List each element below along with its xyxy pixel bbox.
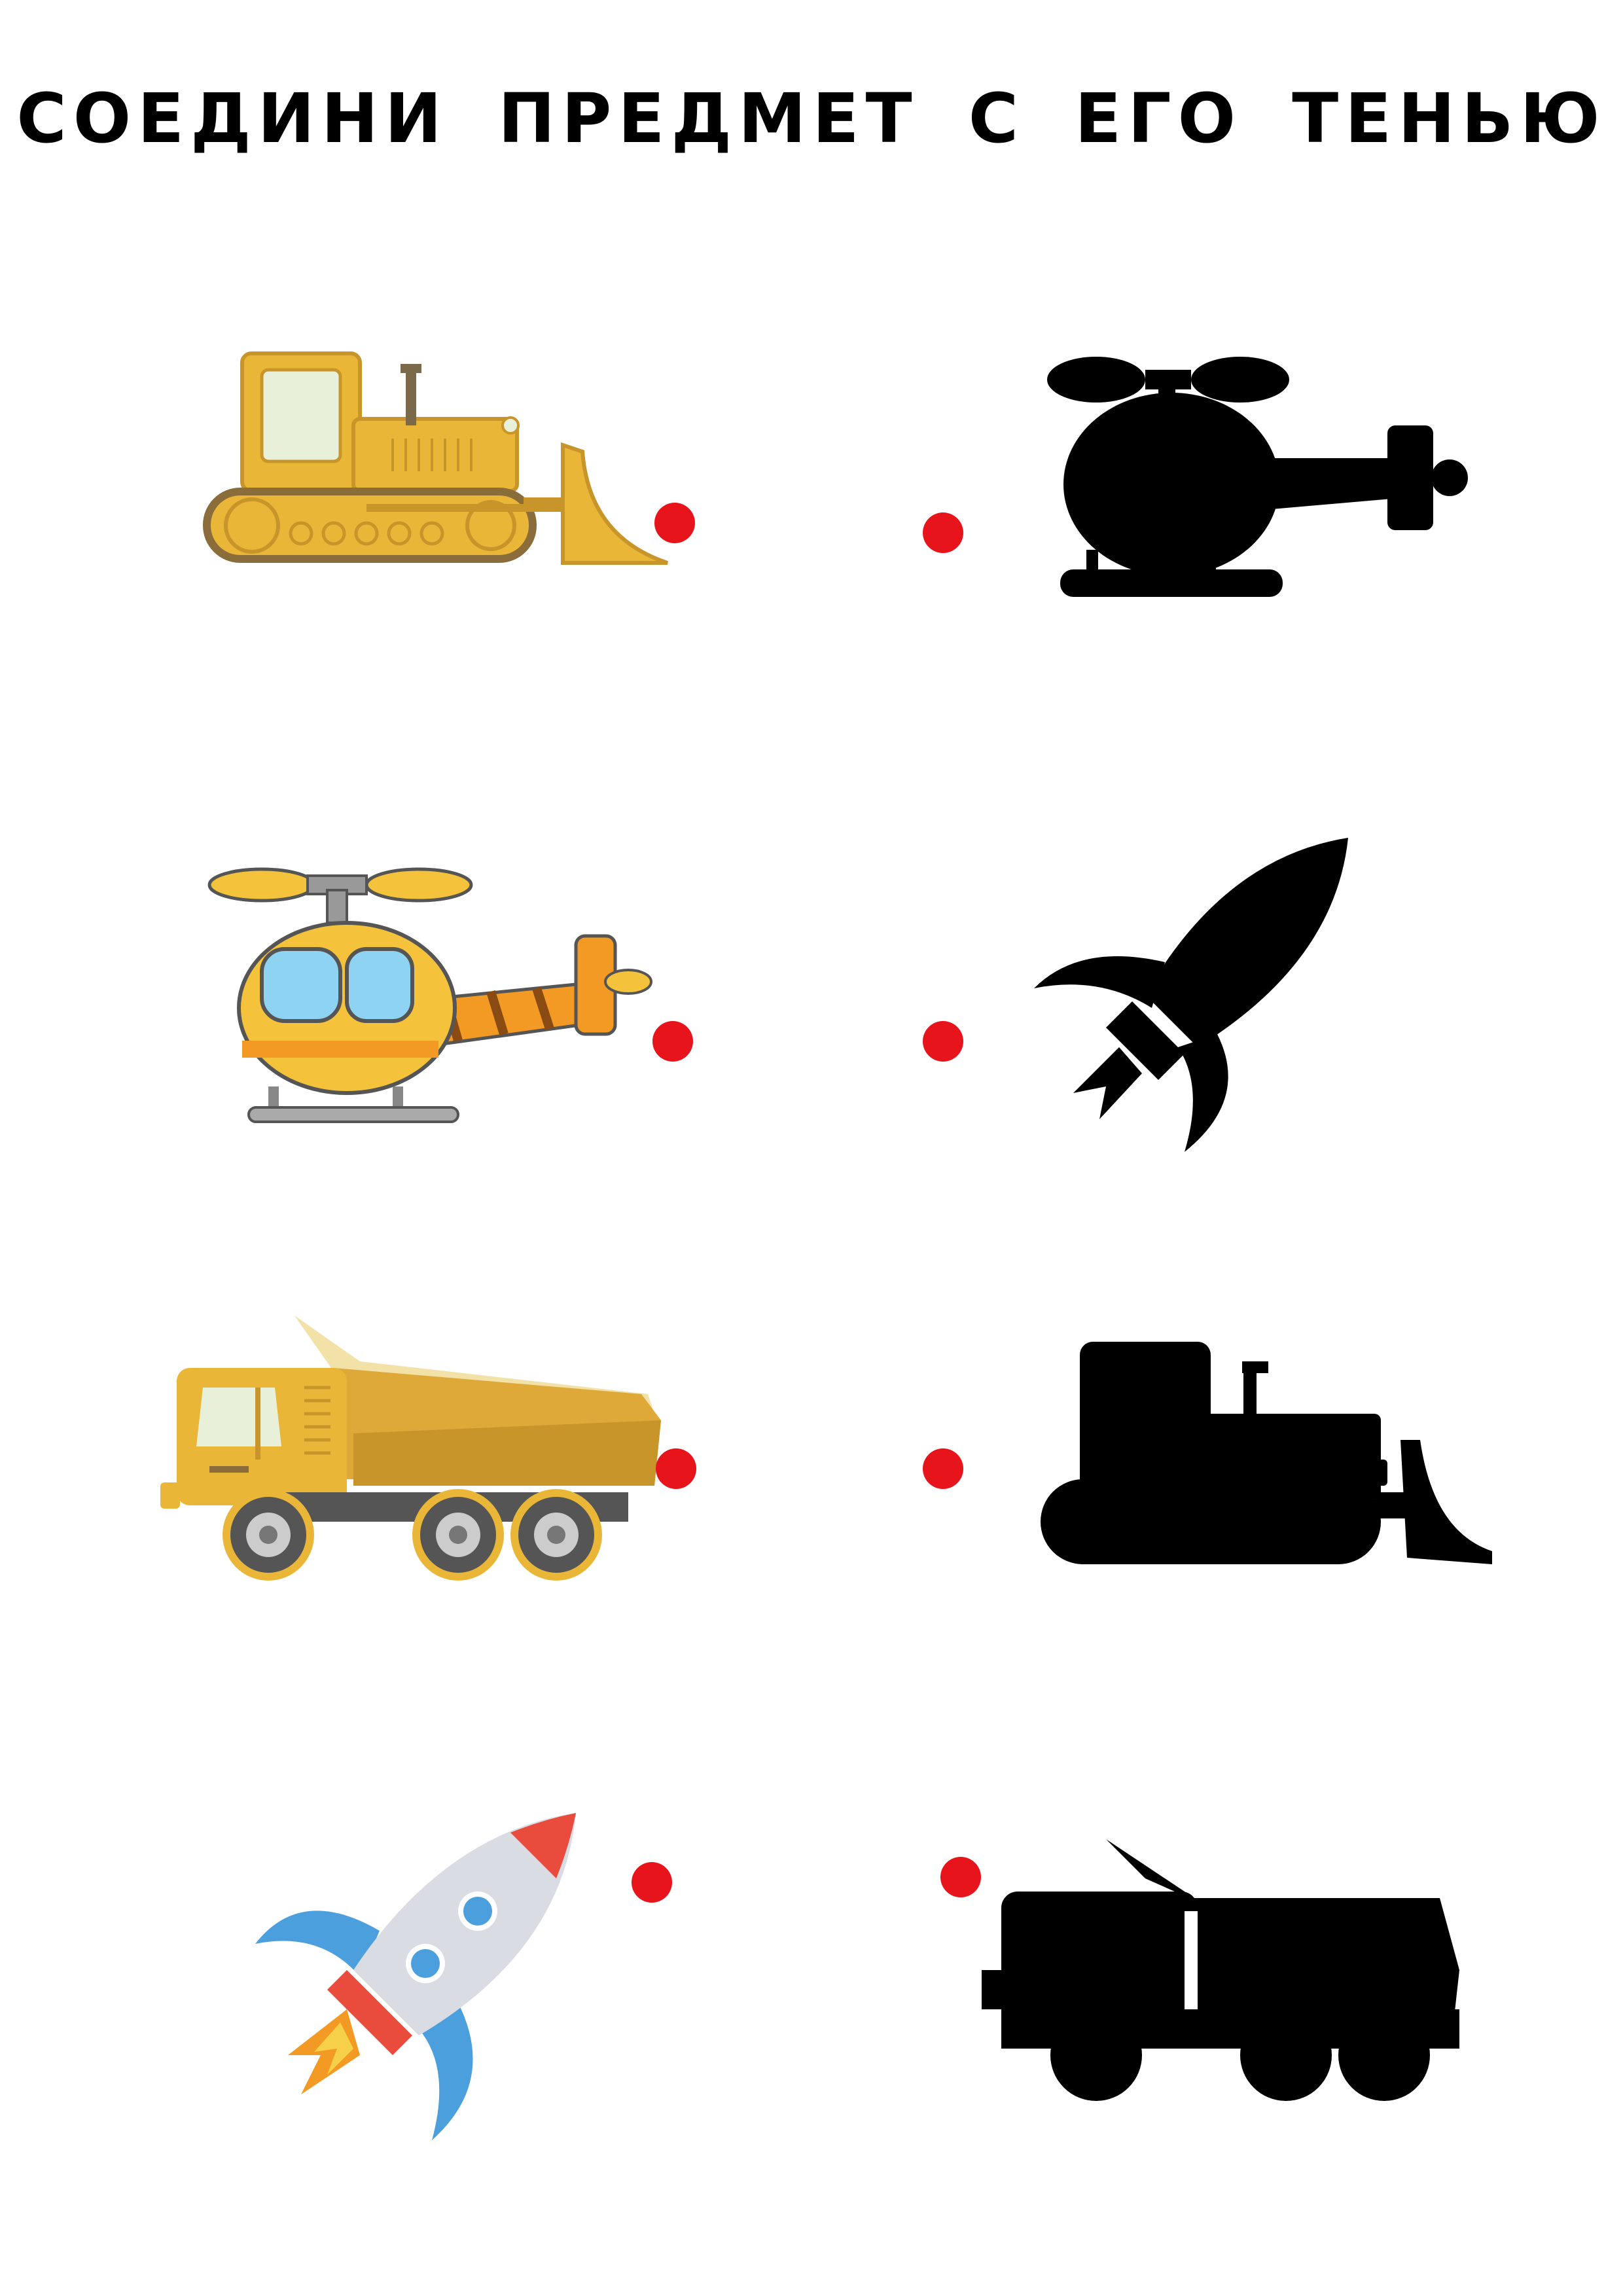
rocket-image bbox=[249, 1806, 589, 2147]
helicopter-image bbox=[207, 851, 654, 1126]
bulldozer-shadow-dot[interactable] bbox=[923, 1448, 963, 1489]
page-title: СОЕДИНИ ПРЕДМЕТ С ЕГО ТЕНЬЮ bbox=[16, 79, 1607, 158]
rocket-shadow-dot[interactable] bbox=[923, 1021, 963, 1062]
bulldozer-image bbox=[196, 340, 668, 576]
helicopter-shadow bbox=[1047, 353, 1479, 602]
bulldozer-dot[interactable] bbox=[654, 503, 695, 543]
dump-truck-shadow bbox=[982, 1839, 1466, 2114]
bulldozer-shadow bbox=[1034, 1342, 1505, 1577]
dump-truck-dot[interactable] bbox=[656, 1448, 696, 1489]
dump-truck-image bbox=[157, 1316, 668, 1590]
helicopter-shadow-dot[interactable] bbox=[923, 512, 963, 553]
dump-truck-shadow-dot[interactable] bbox=[940, 1857, 981, 1897]
rocket-dot[interactable] bbox=[632, 1862, 672, 1903]
rocket-shadow bbox=[1027, 831, 1368, 1172]
helicopter-dot[interactable] bbox=[652, 1021, 693, 1062]
